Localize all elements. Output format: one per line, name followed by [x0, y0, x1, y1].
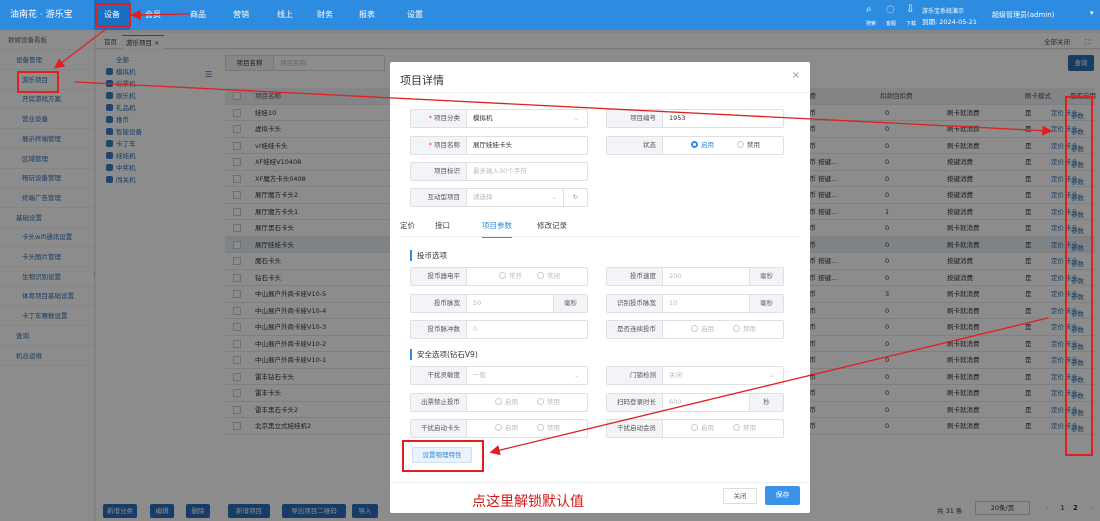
arrow-to-sidebar — [53, 28, 107, 69]
arrow-to-nav — [130, 9, 191, 21]
arrow-to-physics-button — [489, 317, 1049, 456]
arrow-to-params — [74, 81, 1053, 136]
annotation-arrows — [53, 9, 1053, 456]
